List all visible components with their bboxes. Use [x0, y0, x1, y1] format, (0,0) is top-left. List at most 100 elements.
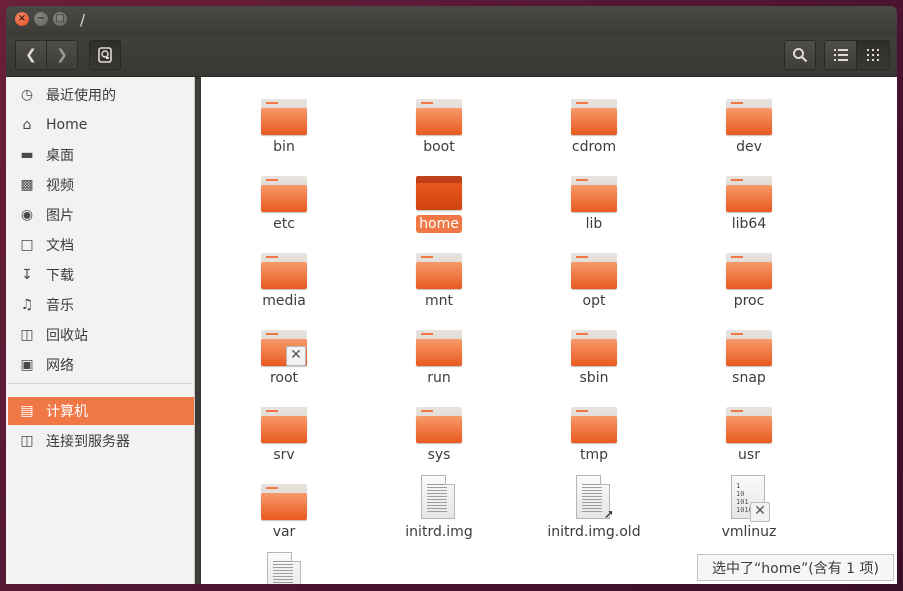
- folder-item[interactable]: mnt: [379, 251, 499, 321]
- forward-button[interactable]: ❯: [46, 40, 78, 70]
- folder-item[interactable]: dev: [689, 97, 809, 167]
- sidebar-item-label: 下载: [46, 268, 74, 284]
- sidebar-item-label: 网络: [46, 358, 74, 374]
- sidebar-item-connect-server[interactable]: ◫ 连接到服务器: [8, 427, 194, 455]
- file-name: lib: [585, 216, 603, 232]
- sidebar-item-label: 回收站: [46, 328, 88, 344]
- sidebar-item-recent[interactable]: ◷ 最近使用的: [8, 81, 194, 109]
- folder-item-selected[interactable]: home: [379, 174, 499, 244]
- folder-icon: [261, 174, 307, 212]
- folder-icon: [726, 174, 772, 212]
- sidebar-divider: [8, 383, 192, 384]
- file-item[interactable]: initrd.img: [379, 475, 499, 545]
- video-icon: ▩: [20, 177, 34, 193]
- window-title: /: [80, 11, 86, 29]
- network-icon: ▣: [20, 357, 34, 373]
- sidebar-item-desktop[interactable]: ▬ 桌面: [8, 141, 194, 169]
- clock-icon: ◷: [20, 87, 34, 103]
- folder-item[interactable]: lib: [534, 174, 654, 244]
- file-name: home: [379, 215, 499, 233]
- file-name: initrd.img.old: [547, 524, 641, 540]
- document-link-icon: ➚: [576, 475, 614, 520]
- file-name: media: [262, 293, 306, 309]
- file-name: opt: [582, 293, 606, 309]
- sidebar-item-label: 计算机: [46, 404, 88, 420]
- file-name: root: [269, 370, 299, 386]
- file-name: initrd.img: [405, 524, 473, 540]
- file-grid: bin boot cdrom dev etc home lib lib64 me…: [201, 77, 897, 584]
- sidebar-item-music[interactable]: ♫ 音乐: [8, 291, 194, 319]
- back-button[interactable]: ❮: [15, 40, 47, 70]
- file-name: mnt: [425, 293, 453, 309]
- file-name: run: [427, 370, 451, 386]
- folder-icon: [726, 251, 772, 289]
- folder-item[interactable]: etc: [224, 174, 344, 244]
- folder-item[interactable]: snap: [689, 328, 809, 398]
- symlink-arrow-icon: ➚: [603, 507, 615, 521]
- file-item[interactable]: ➚: [224, 552, 344, 584]
- folder-icon: [416, 97, 462, 135]
- folder-item[interactable]: run: [379, 328, 499, 398]
- folder-item[interactable]: opt: [534, 251, 654, 321]
- folder-icon: [261, 482, 307, 520]
- folder-item[interactable]: var: [224, 482, 344, 552]
- sidebar-item-trash[interactable]: ◫ 回收站: [8, 321, 194, 349]
- file-name: snap: [732, 370, 766, 386]
- maximize-window-button[interactable]: □: [53, 12, 67, 26]
- folder-item[interactable]: sbin: [534, 328, 654, 398]
- folder-item[interactable]: boot: [379, 97, 499, 167]
- file-name: lib64: [731, 216, 767, 232]
- close-window-button[interactable]: ×: [15, 12, 29, 26]
- folder-item[interactable]: bin: [224, 97, 344, 167]
- toolbar: ❮ ❯: [6, 36, 897, 77]
- folder-item[interactable]: usr: [689, 405, 809, 475]
- folder-item[interactable]: proc: [689, 251, 809, 321]
- folder-icon: [571, 328, 617, 366]
- sidebar-item-home[interactable]: ⌂ Home: [8, 111, 194, 139]
- sidebar-item-label: 桌面: [46, 148, 74, 164]
- file-item[interactable]: ➚ initrd.img.old: [534, 475, 654, 545]
- sidebar-item-label: 音乐: [46, 298, 74, 314]
- file-name: tmp: [579, 447, 608, 463]
- file-name: vmlinuz: [721, 524, 777, 540]
- minimize-window-button[interactable]: −: [34, 12, 48, 26]
- folder-icon: [726, 97, 772, 135]
- folder-icon: [261, 97, 307, 135]
- sidebar-item-downloads[interactable]: ↧ 下载: [8, 261, 194, 289]
- file-name: proc: [733, 293, 765, 309]
- file-name: cdrom: [571, 139, 617, 155]
- sidebar-item-documents[interactable]: □ 文档: [8, 231, 194, 259]
- document-icon: □: [20, 237, 34, 253]
- folder-icon: [416, 405, 462, 443]
- folder-item[interactable]: lib64: [689, 174, 809, 244]
- sidebar-item-videos[interactable]: ▩ 视频: [8, 171, 194, 199]
- file-name: boot: [423, 139, 455, 155]
- folder-item[interactable]: cdrom: [534, 97, 654, 167]
- file-item[interactable]: 1 10 101 1010 ✕ vmlinuz: [689, 475, 809, 545]
- list-view-button[interactable]: [824, 40, 857, 70]
- folder-item[interactable]: srv: [224, 405, 344, 475]
- path-bar-root-button[interactable]: [89, 40, 121, 70]
- sidebar-item-label: 视频: [46, 178, 74, 194]
- sidebar-item-computer[interactable]: ▤ 计算机: [8, 397, 194, 425]
- file-name: bin: [273, 139, 295, 155]
- sidebar-item-pictures[interactable]: ◉ 图片: [8, 201, 194, 229]
- folder-item[interactable]: sys: [379, 405, 499, 475]
- folder-icon: [726, 328, 772, 366]
- grid-view-button[interactable]: [856, 40, 890, 70]
- sidebar: ◷ 最近使用的 ⌂ Home ▬ 桌面 ▩ 视频 ◉ 图片 □ 文档 ↧ 下载 …: [6, 77, 195, 584]
- document-link-icon: ➚: [267, 552, 301, 584]
- no-access-icon: ✕: [286, 346, 306, 366]
- file-name: var: [272, 524, 296, 540]
- folder-item[interactable]: media: [224, 251, 344, 321]
- sidebar-item-label: Home: [46, 117, 88, 133]
- search-button[interactable]: [784, 40, 816, 70]
- document-icon: [421, 475, 455, 519]
- title-bar[interactable]: × − □ /: [6, 6, 897, 36]
- search-icon: [793, 48, 808, 63]
- folder-icon: [261, 405, 307, 443]
- sidebar-item-network[interactable]: ▣ 网络: [8, 351, 194, 379]
- folder-item[interactable]: tmp: [534, 405, 654, 475]
- folder-item[interactable]: ✕ root: [224, 328, 344, 398]
- sidebar-item-label: 最近使用的: [46, 88, 116, 104]
